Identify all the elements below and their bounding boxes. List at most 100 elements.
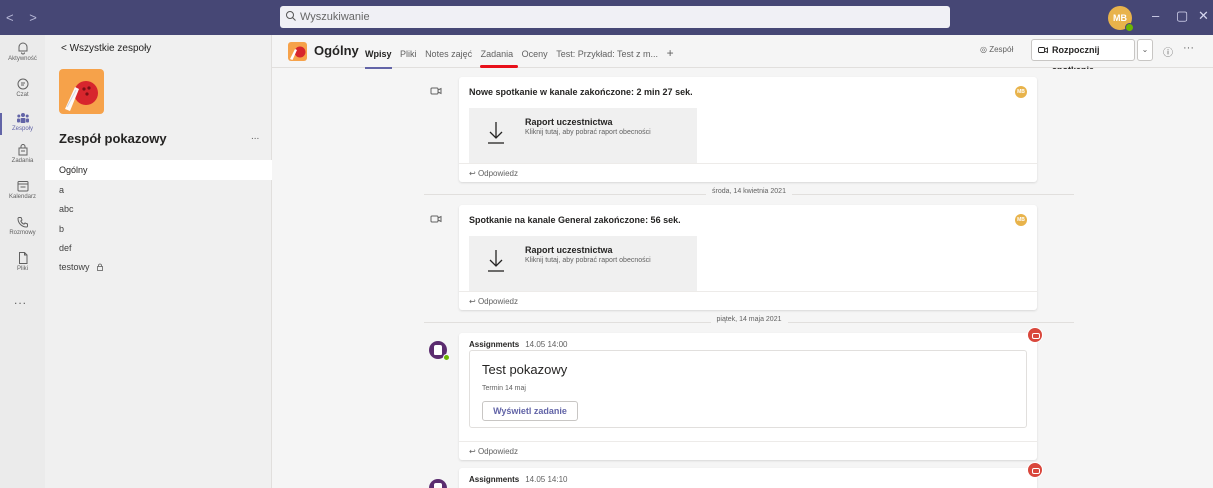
maximize-icon[interactable]: ▢ (1176, 8, 1188, 24)
presence-dot (443, 354, 450, 361)
bowling-ball-icon (290, 46, 306, 60)
tab-notes[interactable]: Notes zajęć (425, 49, 472, 59)
timestamp: 14.05 14:00 (525, 340, 568, 349)
reply-button[interactable]: ↩ Odpowiedz (459, 441, 1037, 460)
rail-label: Rozmowy (9, 230, 36, 236)
tab-test[interactable]: Test: Przykład: Test z m... (556, 49, 658, 59)
reply-label: Odpowiedz (477, 447, 518, 456)
tab-bar: Wpisy Pliki Notes zajęć Zadania Oceny Te… (365, 46, 674, 69)
rail-calendar[interactable]: Kalendarz (0, 179, 45, 200)
author-name: Assignments (469, 340, 520, 349)
phone-icon (16, 217, 28, 228)
team-more-icon[interactable]: ... (251, 131, 259, 142)
post-title: Spotkanie na kanale General zakończone: … (469, 215, 681, 225)
author-name: Assignments (469, 475, 520, 484)
team-name: Zespół pokazowy (59, 131, 167, 146)
reply-label: Odpowiedz (477, 297, 518, 306)
assignments-avatar (429, 341, 450, 361)
all-teams-link[interactable]: < Wszystkie zespoły (61, 43, 151, 54)
more-apps-icon[interactable]: ... (14, 293, 27, 307)
reaction-icon[interactable] (1027, 462, 1043, 478)
rail-label: Czat (16, 92, 29, 98)
assignment-title: Test pokazowy (482, 362, 568, 377)
channel-def[interactable]: def (45, 238, 272, 258)
meeting-icon (430, 87, 442, 95)
search-input[interactable] (300, 6, 940, 28)
report-title: Raport uczestnictwa (525, 245, 613, 255)
channel-testowy[interactable]: testowy (45, 257, 272, 277)
nav-arrows[interactable]: < > (6, 10, 43, 25)
tab-pliki[interactable]: Pliki (400, 49, 417, 59)
bowling-ball-icon (65, 81, 98, 111)
rail-label: Zadania (11, 158, 34, 164)
rail-label: Aktywność (8, 56, 37, 62)
bell-icon (18, 42, 27, 55)
rail-assignments[interactable]: Zadania (0, 143, 45, 164)
meeting-post: Nowe spotkanie w kanale zakończone: 2 mi… (430, 77, 1037, 182)
meeting-icon (430, 215, 442, 223)
eye-icon: ◎ (980, 45, 990, 54)
start-meeting-button[interactable]: Rozpocznij spotkanie (1031, 39, 1135, 75)
message-feed: Nowe spotkanie w kanale zakończone: 2 mi… (272, 69, 1213, 488)
post-header: Assignments 14.05 14:00 (469, 340, 568, 349)
channel-a[interactable]: a (45, 180, 272, 200)
file-icon (18, 252, 27, 264)
team-sidebar: < Wszystkie zespoły Zespół pokazowy ... … (45, 35, 272, 488)
rail-chat[interactable]: Czat (0, 77, 45, 98)
chat-icon (17, 78, 28, 90)
report-title: Raport uczestnictwa (525, 117, 613, 127)
channel-ogolny[interactable]: Ogólny (45, 160, 272, 180)
assignment-card: Test pokazowy Termin 14 maj Wyświetl zad… (469, 350, 1027, 428)
tab-zadania[interactable]: Zadania (481, 49, 514, 59)
team-button[interactable]: ◎ Zespół (980, 45, 1013, 54)
reply-icon: ↩ (469, 447, 478, 456)
post-title: Nowe spotkanie w kanale zakończone: 2 mi… (469, 87, 693, 97)
minimize-icon[interactable]: – (1152, 8, 1159, 23)
report-subtitle: Kliknij tutaj, aby pobrać raport obecnoś… (525, 257, 651, 264)
date-label: piątek, 14 maja 2021 (710, 316, 788, 323)
search-icon (286, 11, 296, 21)
reaction-icon[interactable] (1027, 327, 1043, 343)
channel-header: Ogólny Wpisy Pliki Notes zajęć Zadania O… (272, 35, 1213, 75)
team-label: Zespół (989, 45, 1014, 54)
user-initials: MB (1113, 13, 1127, 23)
view-assignment-button[interactable]: Wyświetl zadanie (482, 401, 578, 421)
meeting-post: Spotkanie na kanale General zakończone: … (430, 205, 1037, 310)
rail-calls[interactable]: Rozmowy (0, 215, 45, 236)
close-icon[interactable]: ✕ (1198, 8, 1209, 24)
assignment-post: Assignments 14.05 14:10 (429, 462, 1043, 488)
rail-files[interactable]: Pliki (0, 251, 45, 272)
post-header: Assignments 14.05 14:10 (469, 475, 568, 484)
reply-button[interactable]: ↩ Odpowiedz (459, 163, 1037, 182)
reply-button[interactable]: ↩ Odpowiedz (459, 291, 1037, 310)
channel-logo (288, 42, 307, 61)
info-icon[interactable]: ⓘ (1163, 44, 1173, 59)
assignment-post: Assignments 14.05 14:00 Test pokazowy Ter… (429, 327, 1043, 460)
download-icon (488, 250, 504, 272)
reply-icon: ↩ (469, 169, 478, 178)
app-rail: Aktywność Czat Zespoły Zadania Kalendarz… (0, 35, 45, 488)
rail-activity[interactable]: Aktywność (0, 41, 45, 62)
tab-oceny[interactable]: Oceny (522, 49, 548, 59)
backpack-icon (434, 345, 442, 355)
meeting-dropdown[interactable]: ⌄ (1137, 39, 1153, 61)
attendance-report-card[interactable]: Raport uczestnictwa Kliknij tutaj, aby p… (469, 108, 697, 164)
date-separator: środa, 14 kwietnia 2021 (424, 188, 1074, 200)
report-subtitle: Kliknij tutaj, aby pobrać raport obecnoś… (525, 129, 651, 136)
channel-b[interactable]: b (45, 219, 272, 239)
channel-label: testowy (59, 262, 90, 272)
date-separator: piątek, 14 maja 2021 (424, 316, 1074, 328)
user-avatar[interactable]: MB (1108, 6, 1134, 32)
calendar-icon (17, 181, 28, 192)
tab-wpisy[interactable]: Wpisy (365, 49, 392, 69)
rail-teams[interactable]: Zespoły (0, 111, 45, 135)
avatar: MB (1015, 86, 1027, 98)
title-bar: < > MB – ▢ ✕ (0, 0, 1213, 35)
more-options-icon[interactable]: ··· (1183, 42, 1194, 54)
channel-abc[interactable]: abc (45, 199, 272, 219)
search-box[interactable] (280, 6, 950, 28)
add-tab-button[interactable]: + (667, 46, 674, 60)
download-icon (488, 122, 504, 144)
reply-icon: ↩ (469, 297, 478, 306)
attendance-report-card[interactable]: Raport uczestnictwa Kliknij tutaj, aby p… (469, 236, 697, 292)
